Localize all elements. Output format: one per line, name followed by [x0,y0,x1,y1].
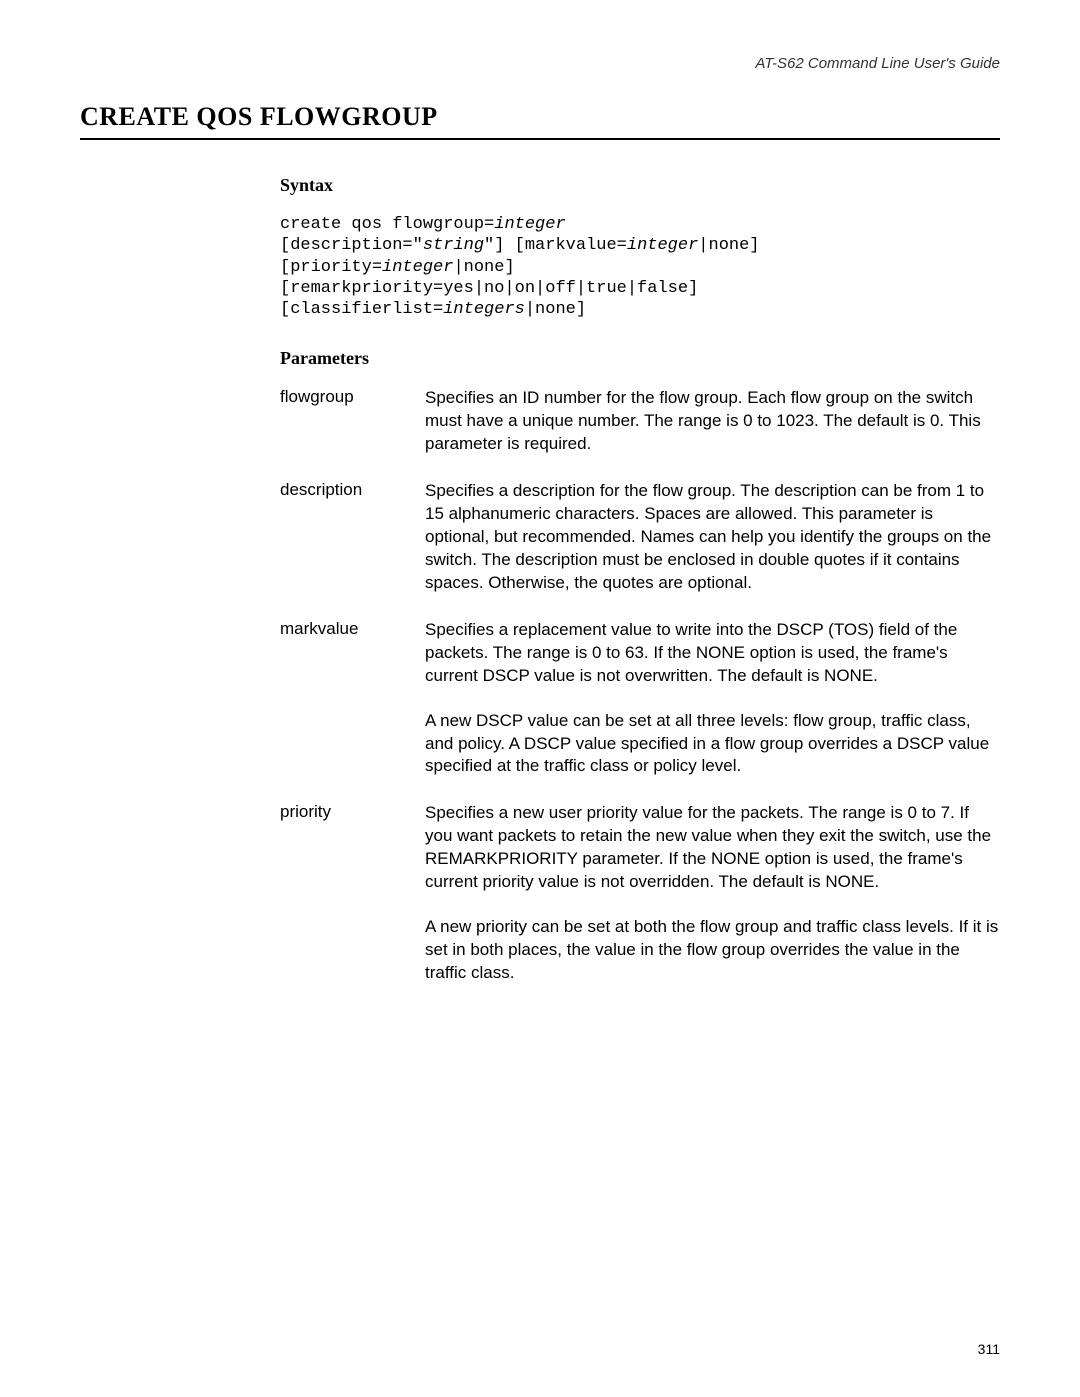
param-desc: Specifies a description for the flow gro… [425,480,1000,595]
code-text: |none] [698,236,759,255]
param-name: priority [280,802,425,985]
param-paragraph: A new priority can be set at both the fl… [425,916,1000,985]
code-text: [remarkpriority=yes|no|on|off|true|false… [280,279,698,298]
code-text: [priority= [280,258,382,277]
code-placeholder: integers [443,300,525,319]
code-placeholder: integer [494,215,565,234]
syntax-code: create qos flowgroup=integer [descriptio… [280,214,1000,320]
code-placeholder: string [423,236,484,255]
code-placeholder: integer [382,258,453,277]
param-desc: Specifies a replacement value to write i… [425,619,1000,779]
code-text: |none] [453,258,514,277]
param-name: markvalue [280,619,425,779]
header-guide-title: AT-S62 Command Line User's Guide [80,55,1000,72]
code-text: |none] [525,300,586,319]
page-title: CREATE QOS FLOWGROUP [80,102,1000,140]
code-text: [classifierlist= [280,300,443,319]
param-paragraph: Specifies a description for the flow gro… [425,480,1000,595]
param-row: description Specifies a description for … [280,480,1000,595]
syntax-heading: Syntax [280,175,1000,196]
param-paragraph: Specifies an ID number for the flow grou… [425,387,1000,456]
code-text: create qos flowgroup= [280,215,494,234]
param-desc: Specifies an ID number for the flow grou… [425,387,1000,456]
document-page: AT-S62 Command Line User's Guide CREATE … [0,0,1080,1397]
param-name: flowgroup [280,387,425,456]
code-text: [description=" [280,236,423,255]
param-row: flowgroup Specifies an ID number for the… [280,387,1000,456]
content-area: Syntax create qos flowgroup=integer [des… [280,175,1000,985]
param-paragraph: Specifies a replacement value to write i… [425,619,1000,688]
param-desc: Specifies a new user priority value for … [425,802,1000,985]
param-name: description [280,480,425,595]
param-paragraph: A new DSCP value can be set at all three… [425,710,1000,779]
code-text: "] [markvalue= [484,236,627,255]
param-row: markvalue Specifies a replacement value … [280,619,1000,779]
page-number: 311 [978,1341,1000,1357]
param-row: priority Specifies a new user priority v… [280,802,1000,985]
parameters-heading: Parameters [280,348,1000,369]
param-paragraph: Specifies a new user priority value for … [425,802,1000,894]
code-placeholder: integer [627,236,698,255]
